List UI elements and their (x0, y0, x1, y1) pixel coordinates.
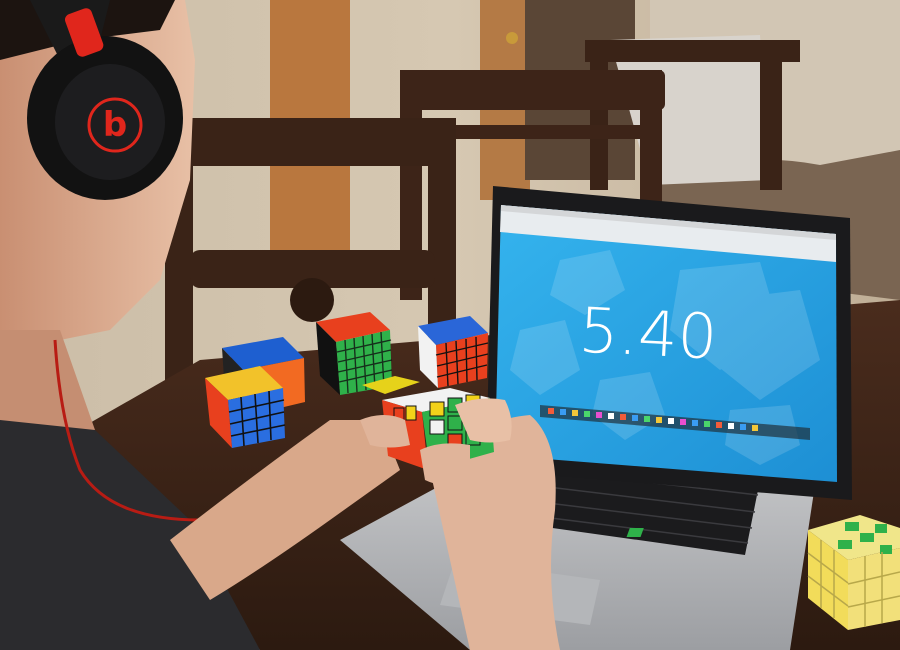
scene-svg: 5.40 b (0, 0, 900, 650)
door-knob (506, 32, 518, 44)
photo-scene: 5.40 b (0, 0, 900, 650)
person-thumb (420, 443, 470, 485)
cube-5x5 (418, 316, 489, 388)
beats-logo: b (103, 105, 127, 145)
timer-display: 5.40 (577, 293, 719, 373)
